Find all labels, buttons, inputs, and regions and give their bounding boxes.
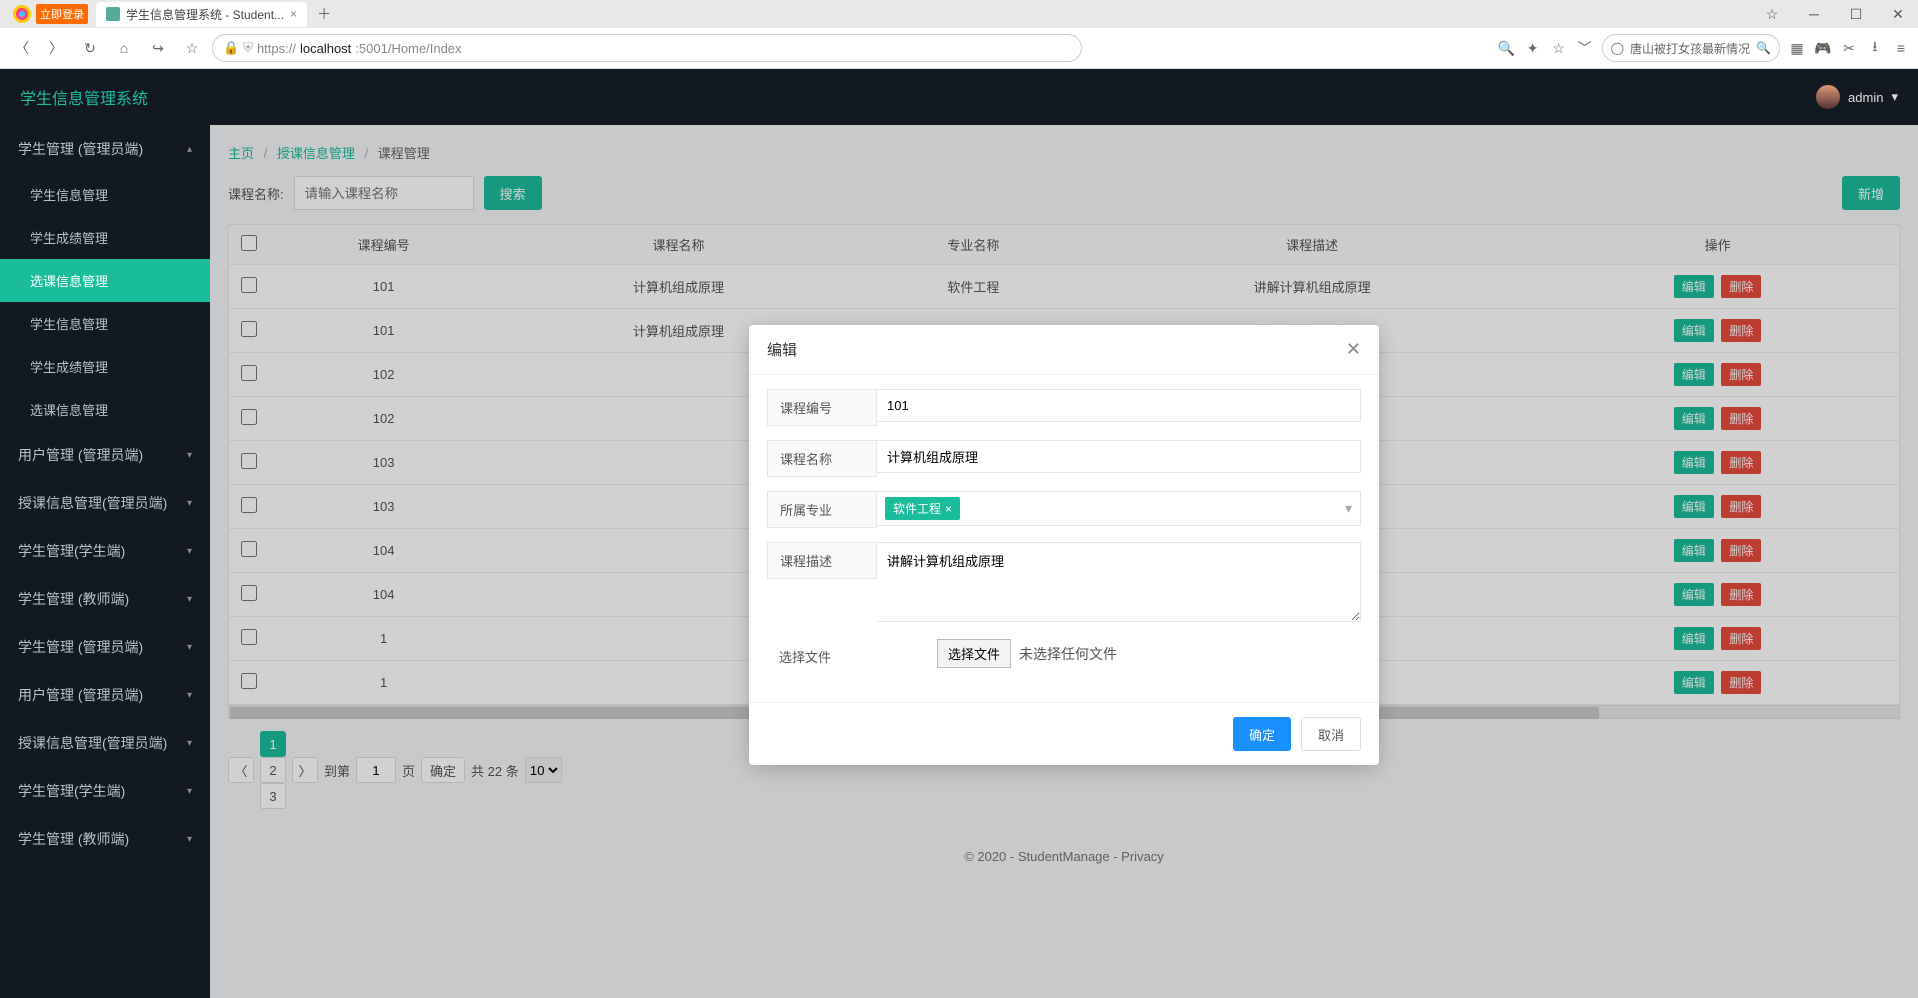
modal-overlay[interactable]: 编辑 ✕ 课程编号 课程名称 所属专业 [210, 125, 1918, 998]
lock-icon: 🔒 [223, 40, 239, 56]
chevron-icon: ▾ [187, 450, 192, 461]
sidebar-item[interactable]: 选课信息管理 [0, 388, 210, 431]
major-tag: 软件工程 × [885, 497, 960, 520]
search-hint: 唐山被打女孩最新情况 [1630, 40, 1750, 57]
sidebar-group[interactable]: 用户管理 (管理员端)▾ [0, 671, 210, 719]
search-circle-icon: ◯ [1611, 41, 1624, 55]
chevron-icon: ▴ [187, 144, 192, 155]
window-close-icon[interactable]: ✕ [1878, 0, 1918, 28]
wand-icon[interactable]: ✦ [1524, 39, 1542, 57]
sidebar-group[interactable]: 用户管理 (管理员端)▾ [0, 431, 210, 479]
scissors-icon[interactable]: ✂ [1840, 39, 1858, 57]
field-major-label: 所属专业 [767, 491, 877, 528]
chevron-icon: ▾ [187, 738, 192, 749]
field-desc-textarea[interactable] [877, 542, 1361, 622]
window-maximize-icon[interactable]: ☐ [1836, 0, 1876, 28]
sidebar-group[interactable]: 授课信息管理(管理员端)▾ [0, 719, 210, 767]
field-name-input[interactable] [877, 440, 1361, 473]
field-major-select[interactable]: 软件工程 × ▾ [877, 491, 1361, 526]
modal-ok-button[interactable]: 确定 [1233, 717, 1291, 751]
menu-icon[interactable]: ≡ [1892, 39, 1910, 57]
grid-icon[interactable]: ▦ [1788, 39, 1806, 57]
field-id-label: 课程编号 [767, 389, 877, 426]
sidebar-group[interactable]: 学生管理 (教师端)▾ [0, 815, 210, 863]
download-icon[interactable]: ⭳ [1866, 39, 1884, 57]
nav-forward-icon[interactable]: 〉 [42, 34, 70, 62]
browser-tab[interactable]: 学生信息管理系统 - Student... × [96, 2, 307, 27]
url-path: :5001/Home/Index [355, 41, 461, 56]
edit-modal: 编辑 ✕ 课程编号 课程名称 所属专业 [749, 325, 1379, 765]
field-desc-label: 课程描述 [767, 542, 877, 579]
chevron-icon: ▾ [187, 834, 192, 845]
choose-file-button[interactable]: 选择文件 [937, 639, 1011, 668]
nav-back-icon[interactable]: 〈 [8, 34, 36, 62]
pin-icon[interactable]: ☆ [1752, 0, 1792, 28]
modal-cancel-button[interactable]: 取消 [1301, 717, 1361, 751]
avatar [1816, 85, 1840, 109]
modal-close-icon[interactable]: ✕ [1346, 339, 1361, 360]
nav-star-icon[interactable]: ☆ [178, 34, 206, 62]
sidebar-group[interactable]: 学生管理 (管理员端)▴ [0, 125, 210, 173]
fav-icon[interactable]: ☆ [1550, 39, 1568, 57]
field-file-label: 选择文件 [767, 639, 877, 674]
address-bar[interactable]: 🔒 ⛨ https:// localhost :5001/Home/Index [212, 34, 1082, 62]
chevron-down-icon[interactable]: ﹀ [1576, 39, 1594, 57]
brand-title: 学生信息管理系统 [20, 85, 148, 109]
chevron-icon: ▾ [187, 594, 192, 605]
tab-close-icon[interactable]: × [290, 7, 297, 21]
chevron-icon: ▾ [187, 786, 192, 797]
chevron-icon: ▾ [187, 690, 192, 701]
sidebar-group[interactable]: 授课信息管理(管理员端)▾ [0, 479, 210, 527]
sidebar-item[interactable]: 学生成绩管理 [0, 216, 210, 259]
url-prefix: https:// [257, 41, 296, 56]
sidebar-item[interactable]: 选课信息管理 [0, 259, 210, 302]
chevron-icon: ▾ [187, 642, 192, 653]
browser-login-badge[interactable]: 立即登录 [36, 4, 88, 24]
app-header: 学生信息管理系统 admin ▾ [0, 69, 1918, 125]
sidebar: 学生管理 (管理员端)▴学生信息管理学生成绩管理选课信息管理学生信息管理学生成绩… [0, 125, 210, 998]
user-menu[interactable]: admin ▾ [1816, 85, 1898, 109]
tag-remove-icon[interactable]: × [945, 502, 952, 516]
nav-home-icon[interactable]: ⌂ [110, 34, 138, 62]
tab-favicon-icon [106, 7, 120, 21]
url-host: localhost [300, 41, 351, 56]
zoom-icon[interactable]: 🔍 [1498, 39, 1516, 57]
username: admin [1848, 90, 1883, 105]
shield-icon: ⛨ [243, 40, 253, 56]
nav-restore-icon[interactable]: ↪ [144, 34, 172, 62]
sidebar-group[interactable]: 学生管理(学生端)▾ [0, 767, 210, 815]
modal-title: 编辑 [767, 339, 797, 360]
nav-reload-icon[interactable]: ↻ [76, 34, 104, 62]
sidebar-item[interactable]: 学生信息管理 [0, 302, 210, 345]
main-content: 主页 / 授课信息管理 / 课程管理 课程名称: 搜索 新增 课程编号课程名称专… [210, 125, 1918, 998]
sidebar-item[interactable]: 学生信息管理 [0, 173, 210, 216]
select-caret-icon: ▾ [1345, 500, 1352, 517]
sidebar-item[interactable]: 学生成绩管理 [0, 345, 210, 388]
gamepad-icon[interactable]: 🎮 [1814, 39, 1832, 57]
caret-down-icon: ▾ [1891, 89, 1898, 105]
chevron-icon: ▾ [187, 546, 192, 557]
chevron-icon: ▾ [187, 498, 192, 509]
field-id-input[interactable] [877, 389, 1361, 422]
new-tab-button[interactable]: ＋ [307, 4, 341, 24]
browser-logo-icon [8, 0, 36, 28]
sidebar-group[interactable]: 学生管理 (教师端)▾ [0, 575, 210, 623]
window-minimize-icon[interactable]: ─ [1794, 0, 1834, 28]
tab-title: 学生信息管理系统 - Student... [126, 6, 284, 23]
search-icon: 🔍 [1756, 41, 1771, 55]
sidebar-group[interactable]: 学生管理 (管理员端)▾ [0, 623, 210, 671]
file-hint: 未选择任何文件 [1019, 644, 1117, 664]
browser-search-box[interactable]: ◯ 唐山被打女孩最新情况 🔍 [1602, 34, 1780, 62]
sidebar-group[interactable]: 学生管理(学生端)▾ [0, 527, 210, 575]
browser-chrome: 立即登录 学生信息管理系统 - Student... × ＋ ☆ ─ ☐ ✕ 〈… [0, 0, 1918, 69]
field-name-label: 课程名称 [767, 440, 877, 477]
